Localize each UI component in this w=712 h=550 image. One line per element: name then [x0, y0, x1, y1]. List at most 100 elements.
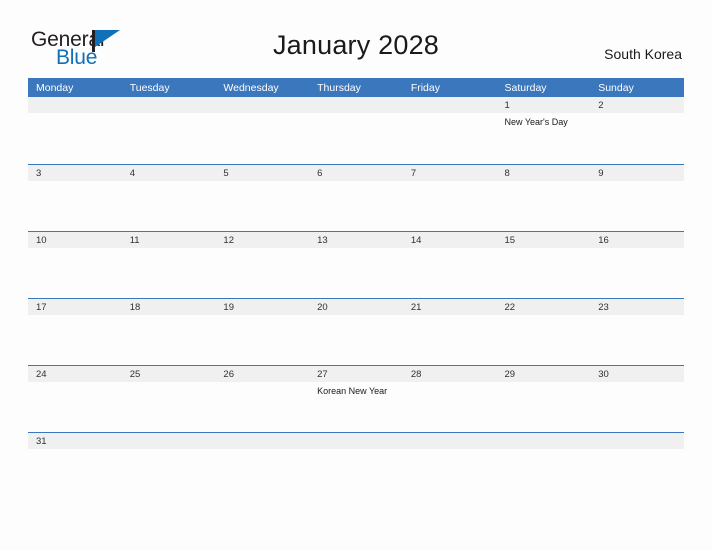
day-number: 29: [504, 369, 516, 380]
day-cell-25[interactable]: 25: [122, 366, 216, 382]
day-number: 31: [36, 436, 47, 447]
day-cell-10[interactable]: 10: [28, 232, 122, 248]
calendar-grid: Monday Tuesday Wednesday Thursday Friday Satu…: [28, 78, 684, 460]
day-cell-13[interactable]: 13: [309, 232, 403, 248]
day-cell-18[interactable]: 18: [122, 299, 216, 315]
calendar-week-row: 31: [28, 432, 684, 460]
day-cell-23[interactable]: 23: [590, 299, 684, 315]
day-cell-empty: [497, 433, 591, 449]
day-number: 27: [317, 369, 328, 380]
day-cell-27[interactable]: 27: [309, 366, 403, 382]
day-number: 25: [129, 369, 141, 380]
day-number: 10: [36, 235, 47, 246]
day-number: 8: [504, 168, 510, 179]
day-number: 30: [598, 369, 609, 380]
day-number: 23: [598, 302, 609, 313]
day-events-13: [309, 248, 403, 298]
events-layer: [28, 449, 684, 460]
day-number: 12: [223, 235, 234, 246]
day-number: 1: [504, 100, 510, 111]
day-events-19: [215, 315, 309, 365]
day-cell-3[interactable]: 3: [28, 165, 122, 181]
day-cell-empty: [590, 433, 684, 449]
day-number: 21: [410, 302, 422, 313]
day-number: 2: [598, 100, 604, 111]
day-events-4: [122, 181, 216, 231]
weekday-header-thursday: Thursday: [317, 81, 361, 94]
day-cell-5[interactable]: 5: [215, 165, 309, 181]
day-number: 16: [598, 235, 609, 246]
day-events-empty: [215, 449, 309, 460]
day-cell-empty: [215, 97, 309, 113]
weekday-header-saturday: Saturday: [504, 81, 547, 94]
day-events-6: [309, 181, 403, 231]
day-cell-31[interactable]: 31: [28, 433, 122, 449]
date-number-band: 12: [28, 97, 684, 113]
day-events-23: [590, 315, 684, 365]
day-cell-empty: [122, 97, 216, 113]
day-events-empty: [403, 449, 497, 460]
day-cell-16[interactable]: 16: [590, 232, 684, 248]
calendar-week-row: 10 11 12 13 14 15 16: [28, 231, 684, 298]
day-cell-30[interactable]: 30: [590, 366, 684, 382]
day-cell-19[interactable]: 19: [215, 299, 309, 315]
day-number: 4: [129, 168, 135, 179]
day-number: 17: [36, 302, 47, 313]
weekday-header-row: Monday Tuesday Wednesday Thursday Friday Satu…: [28, 78, 684, 97]
events-layer: [28, 315, 684, 365]
day-cell-1[interactable]: 1: [497, 97, 591, 113]
page-header: General Blue January 2028 South Korea: [0, 0, 712, 76]
day-cell-empty: [122, 433, 216, 449]
calendar-page: General Blue January 2028 South Korea Mo…: [0, 0, 712, 550]
date-number-band: 10 11 12 13 14 15 16: [28, 231, 684, 248]
day-number: 22: [504, 302, 516, 313]
day-cell-17[interactable]: 17: [28, 299, 122, 315]
weekday-header-sunday: Sunday: [598, 81, 634, 94]
day-events-15: [497, 248, 591, 298]
day-events-1[interactable]: New Year's Day: [497, 113, 591, 163]
holiday-label: Korean New Year: [317, 386, 388, 396]
day-cell-2[interactable]: 2: [590, 97, 684, 113]
events-layer: New Year's Day: [28, 113, 684, 163]
day-cell-empty: [28, 97, 122, 113]
day-number: 28: [410, 369, 422, 380]
day-number: 18: [129, 302, 141, 313]
day-cell-20[interactable]: 20: [309, 299, 403, 315]
day-events-24: [28, 382, 122, 432]
day-events-29: [497, 382, 591, 432]
day-cell-empty: [403, 97, 497, 113]
day-events-empty: [590, 449, 684, 460]
day-cell-22[interactable]: 22: [497, 299, 591, 315]
day-cell-28[interactable]: 28: [403, 366, 497, 382]
day-cell-26[interactable]: 26: [215, 366, 309, 382]
day-events-25: [122, 382, 216, 432]
weekday-header-wednesday: Wednesday: [223, 81, 279, 94]
day-events-7: [403, 181, 497, 231]
day-events-22: [497, 315, 591, 365]
day-cell-24[interactable]: 24: [28, 366, 122, 382]
day-cell-4[interactable]: 4: [122, 165, 216, 181]
day-cell-9[interactable]: 9: [590, 165, 684, 181]
day-number: 6: [317, 168, 323, 179]
day-events-12: [215, 248, 309, 298]
day-number: 15: [504, 235, 516, 246]
day-events-empty: [309, 449, 403, 460]
day-cell-29[interactable]: 29: [497, 366, 591, 382]
day-number: 14: [410, 235, 422, 246]
date-number-band: 31: [28, 432, 684, 449]
day-events-28: [403, 382, 497, 432]
day-cell-7[interactable]: 7: [403, 165, 497, 181]
day-cell-8[interactable]: 8: [497, 165, 591, 181]
day-events-27[interactable]: Korean New Year: [309, 382, 403, 432]
day-cell-11[interactable]: 11: [122, 232, 216, 248]
day-events-31: [28, 449, 122, 460]
day-cell-15[interactable]: 15: [497, 232, 591, 248]
day-cell-6[interactable]: 6: [309, 165, 403, 181]
day-number: 11: [129, 235, 140, 246]
day-events-2: [590, 113, 684, 163]
day-cell-14[interactable]: 14: [403, 232, 497, 248]
day-events-3: [28, 181, 122, 231]
date-number-band: 3 4 5 6 7 8 9: [28, 164, 684, 181]
day-cell-21[interactable]: 21: [403, 299, 497, 315]
day-cell-12[interactable]: 12: [215, 232, 309, 248]
